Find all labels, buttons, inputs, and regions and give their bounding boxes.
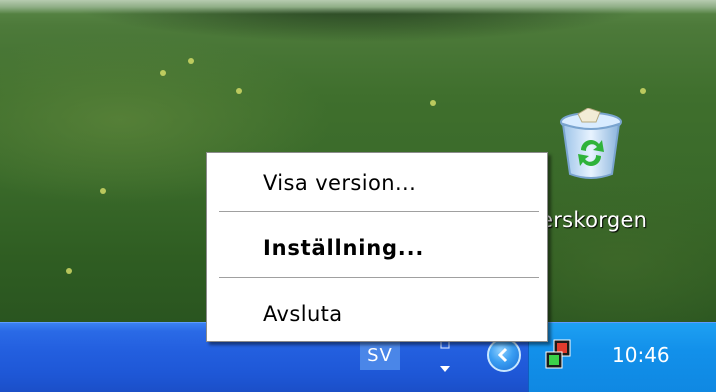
wallpaper-flower [160, 70, 166, 76]
screen: erskorgen SV 10:46 Visa version... Instä… [0, 0, 716, 392]
menu-separator [219, 211, 539, 213]
recycle-bin-label[interactable]: erskorgen [540, 208, 647, 232]
wallpaper-flower [640, 88, 646, 94]
chevron-left-icon [497, 347, 508, 363]
recycle-bin-icon[interactable] [552, 108, 630, 182]
language-options-icon[interactable] [438, 336, 452, 376]
wallpaper-flower [236, 88, 242, 94]
tray-app-icon[interactable] [544, 338, 574, 372]
language-indicator[interactable]: SV [360, 340, 400, 370]
menu-item-visa-version[interactable]: Visa version... [207, 160, 547, 206]
show-hidden-icons-button[interactable] [487, 338, 521, 372]
wallpaper-flower [100, 188, 106, 194]
menu-item-avsluta[interactable]: Avsluta [207, 291, 547, 337]
tray-context-menu: Visa version... Inställning... Avsluta [206, 152, 548, 342]
taskbar-clock[interactable]: 10:46 [612, 340, 692, 370]
wallpaper-flower [430, 100, 436, 106]
menu-item-installning[interactable]: Inställning... [207, 225, 547, 271]
wallpaper-flower [188, 58, 194, 64]
wallpaper-sky-strip [0, 0, 716, 14]
menu-separator [219, 277, 539, 279]
wallpaper-flower [66, 268, 72, 274]
